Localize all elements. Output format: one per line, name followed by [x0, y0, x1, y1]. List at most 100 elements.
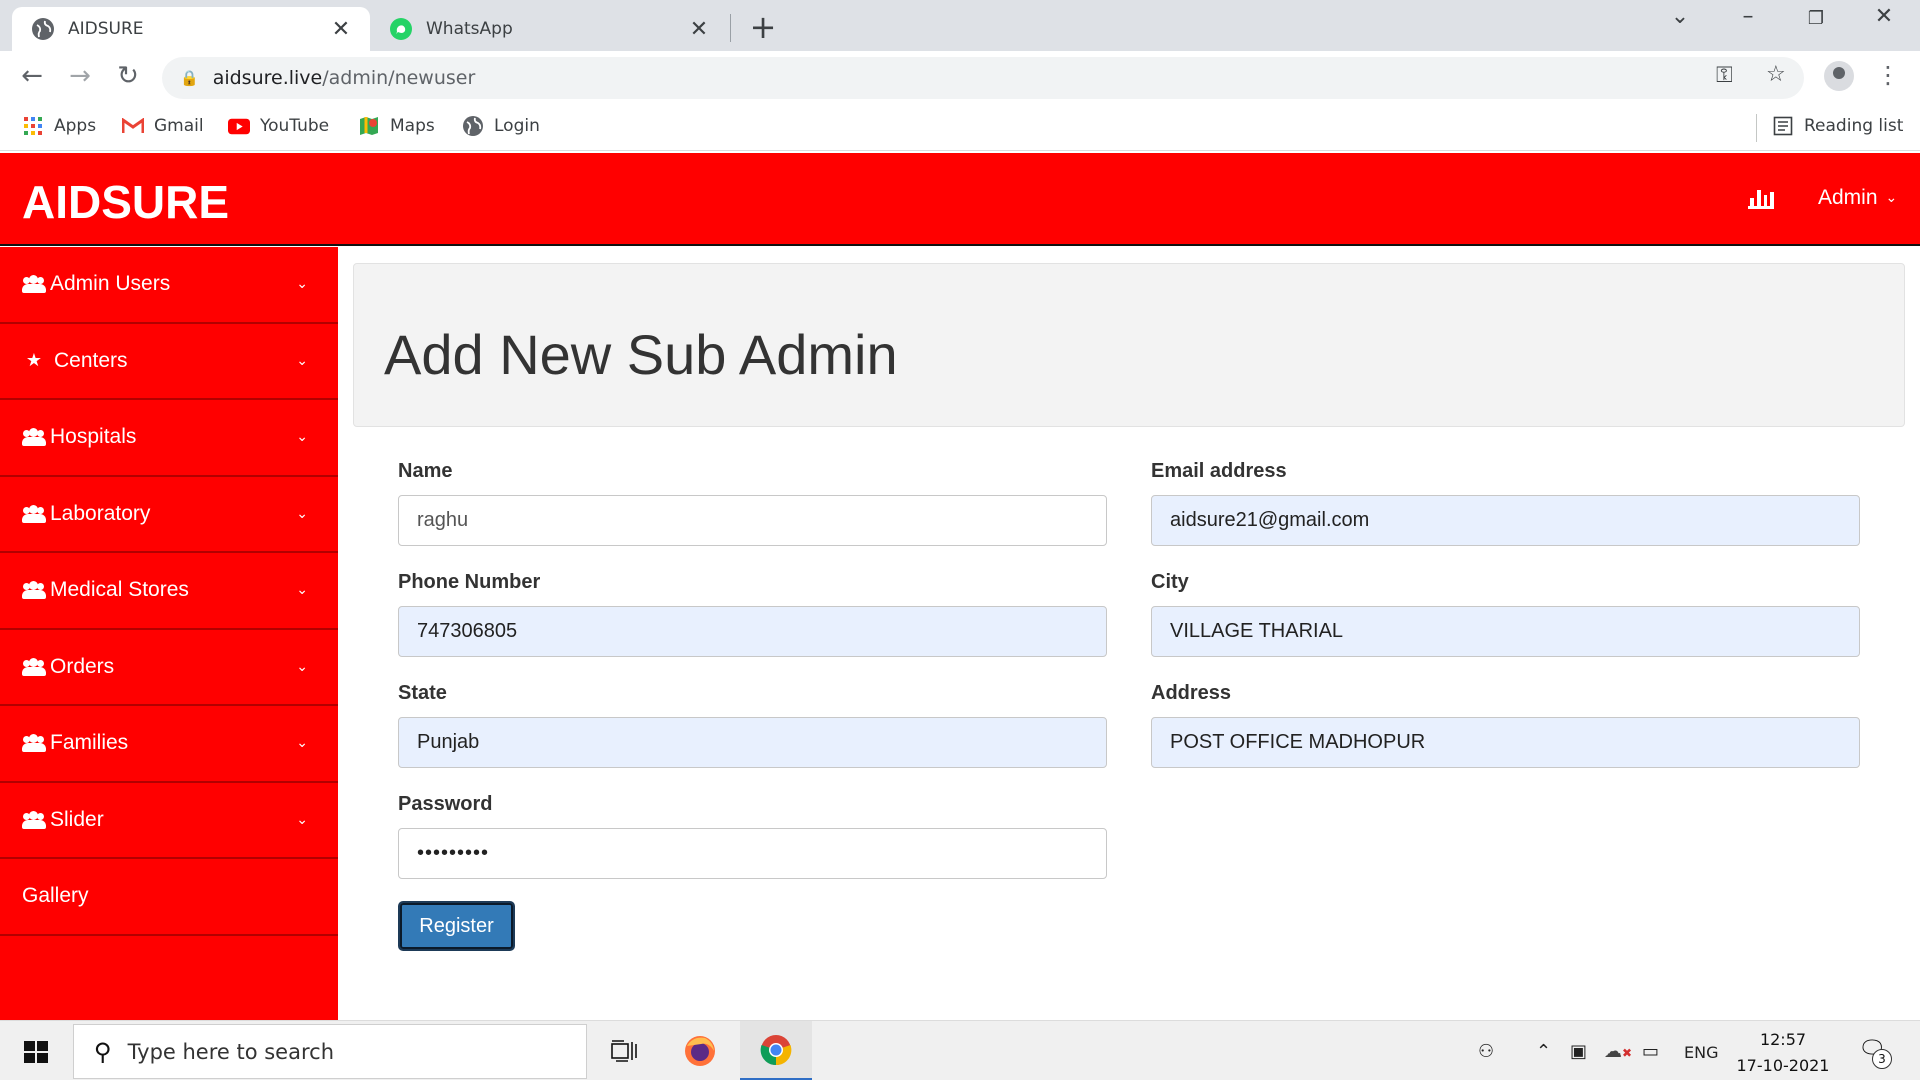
chevron-up-icon[interactable]: ⌃	[1536, 1041, 1551, 1062]
tab-search-chevron-icon[interactable]: ⌄	[1660, 4, 1700, 29]
chevron-down-icon: ⌄	[296, 658, 308, 675]
meet-now-icon[interactable]: ▣	[1570, 1041, 1587, 1062]
tab-label: WhatsApp	[426, 19, 513, 39]
register-button[interactable]: Register	[398, 901, 515, 951]
gmail-icon	[122, 115, 144, 137]
profile-avatar-icon[interactable]	[1824, 61, 1854, 91]
firefox-icon[interactable]	[664, 1021, 736, 1080]
reading-list-button[interactable]: Reading list	[1772, 115, 1903, 137]
browser-tab-strip: AIDSURE ✕ WhatsApp ✕ + ⌄ – ❐ ✕	[0, 0, 1920, 51]
reload-icon[interactable]: ↻	[110, 61, 146, 91]
sidebar-item-laboratory[interactable]: Laboratory ⌄	[0, 477, 338, 553]
bookmark-apps[interactable]: Apps	[22, 115, 96, 137]
key-icon[interactable]: ⚿	[1716, 63, 1733, 88]
language-indicator[interactable]: ENG	[1684, 1043, 1718, 1062]
city-label: City	[1151, 571, 1189, 593]
sidebar-item-orders[interactable]: Orders ⌄	[0, 630, 338, 706]
sidebar-item-label: Slider	[50, 807, 104, 831]
users-icon	[22, 734, 46, 753]
windows-taskbar: ⚲ Type here to search ⚇ ⌃ ▣ ☁✖ ▭ ENG 12:…	[0, 1020, 1920, 1080]
sidebar-item-slider[interactable]: Slider ⌄	[0, 783, 338, 859]
window-close-icon[interactable]: ✕	[1864, 4, 1904, 29]
email-field[interactable]	[1151, 495, 1860, 546]
bookmark-youtube[interactable]: YouTube	[228, 115, 329, 137]
notification-center-icon[interactable]: 🗨 3	[1858, 1037, 1892, 1069]
tab-whatsapp[interactable]: WhatsApp ✕	[370, 7, 728, 51]
restore-icon[interactable]: ❐	[1796, 8, 1836, 29]
admin-label: Admin	[1818, 186, 1878, 209]
sidebar: Admin Users ⌄ ★ Centers ⌄ Hospitals ⌄ La…	[0, 247, 338, 1020]
url-host: aidsure.live	[212, 67, 323, 89]
bookmark-login[interactable]: Login	[462, 115, 540, 137]
state-field[interactable]	[398, 717, 1107, 768]
bookmark-label: Gmail	[154, 116, 204, 136]
password-label: Password	[398, 793, 493, 815]
chevron-down-icon: ⌄	[296, 811, 308, 828]
app-header: AIDSURE Admin ⌄	[0, 153, 1920, 246]
sidebar-item-label: Laboratory	[50, 501, 151, 525]
phone-field[interactable]	[398, 606, 1107, 657]
system-clock[interactable]: 12:57 17-10-2021	[1728, 1027, 1838, 1079]
users-icon	[22, 275, 46, 294]
address-field[interactable]	[1151, 717, 1860, 768]
forward-arrow-icon[interactable]: →	[62, 61, 98, 91]
city-field[interactable]	[1151, 606, 1860, 657]
address-bar[interactable]: 🔒 aidsure.live/admin/newuser ⚿ ☆	[162, 57, 1804, 99]
lock-icon: 🔒	[180, 70, 199, 87]
taskbar-search-box[interactable]: ⚲ Type here to search	[73, 1024, 587, 1079]
sidebar-item-medical-stores[interactable]: Medical Stores ⌄	[0, 553, 338, 630]
browser-toolbar: ← → ↻ 🔒 aidsure.live/admin/newuser ⚿ ☆ ⋮	[0, 51, 1920, 106]
new-tab-icon[interactable]: +	[748, 8, 778, 46]
users-icon	[22, 504, 46, 523]
bookmark-label: Login	[494, 116, 540, 136]
sidebar-item-label: Gallery	[22, 884, 89, 908]
state-label: State	[398, 682, 447, 704]
chevron-down-icon: ⌄	[296, 352, 308, 369]
youtube-icon	[228, 115, 250, 137]
brand-logo[interactable]: AIDSURE	[22, 175, 229, 229]
sidebar-item-label: Orders	[50, 654, 115, 678]
more-menu-icon[interactable]: ⋮	[1876, 61, 1900, 89]
sidebar-item-families[interactable]: Families ⌄	[0, 706, 338, 783]
minimize-icon[interactable]: –	[1728, 4, 1768, 29]
chevron-down-icon: ⌄	[1885, 190, 1898, 206]
reading-list-icon	[1772, 115, 1794, 137]
page-header-panel: Add New Sub Admin	[353, 263, 1905, 427]
users-icon	[22, 581, 46, 600]
windows-start-icon[interactable]	[24, 1041, 48, 1063]
sidebar-item-gallery[interactable]: Gallery	[0, 859, 338, 936]
search-placeholder: Type here to search	[127, 1039, 334, 1064]
task-view-icon[interactable]	[588, 1021, 660, 1080]
sidebar-item-admin-users[interactable]: Admin Users ⌄	[0, 247, 338, 324]
sidebar-item-label: Centers	[54, 348, 128, 372]
sidebar-item-label: Admin Users	[50, 272, 171, 296]
url-path: /admin/newuser	[322, 67, 476, 89]
whatsapp-icon	[390, 18, 412, 40]
chevron-down-icon: ⌄	[296, 276, 308, 293]
password-field[interactable]	[398, 828, 1107, 879]
chrome-taskbar-icon[interactable]	[740, 1021, 812, 1080]
chevron-down-icon: ⌄	[296, 505, 308, 522]
name-field[interactable]	[398, 495, 1107, 546]
sidebar-item-centers[interactable]: ★ Centers ⌄	[0, 324, 338, 400]
search-icon: ⚲	[94, 1037, 112, 1066]
admin-dropdown[interactable]: Admin ⌄	[1818, 186, 1897, 210]
bookmark-gmail[interactable]: Gmail	[122, 115, 204, 137]
close-icon[interactable]: ✕	[330, 16, 352, 42]
address-label: Address	[1151, 682, 1232, 704]
onedrive-error-icon[interactable]: ☁✖	[1604, 1041, 1632, 1062]
close-icon[interactable]: ✕	[688, 16, 710, 42]
network-icon[interactable]: ▭	[1642, 1041, 1659, 1062]
tab-aidsure[interactable]: AIDSURE ✕	[12, 7, 370, 51]
globe-icon	[462, 115, 484, 137]
sidebar-item-hospitals[interactable]: Hospitals ⌄	[0, 400, 338, 477]
bar-chart-icon[interactable]	[1748, 189, 1774, 209]
bookmark-label: YouTube	[260, 116, 330, 136]
bookmark-maps[interactable]: Maps	[358, 115, 435, 137]
bookmark-label: Maps	[390, 116, 435, 136]
people-icon[interactable]: ⚇	[1478, 1041, 1494, 1062]
users-icon	[22, 657, 46, 676]
chevron-down-icon: ⌄	[296, 429, 308, 446]
back-arrow-icon[interactable]: ←	[14, 61, 50, 91]
star-bookmark-icon[interactable]: ☆	[1766, 62, 1786, 87]
